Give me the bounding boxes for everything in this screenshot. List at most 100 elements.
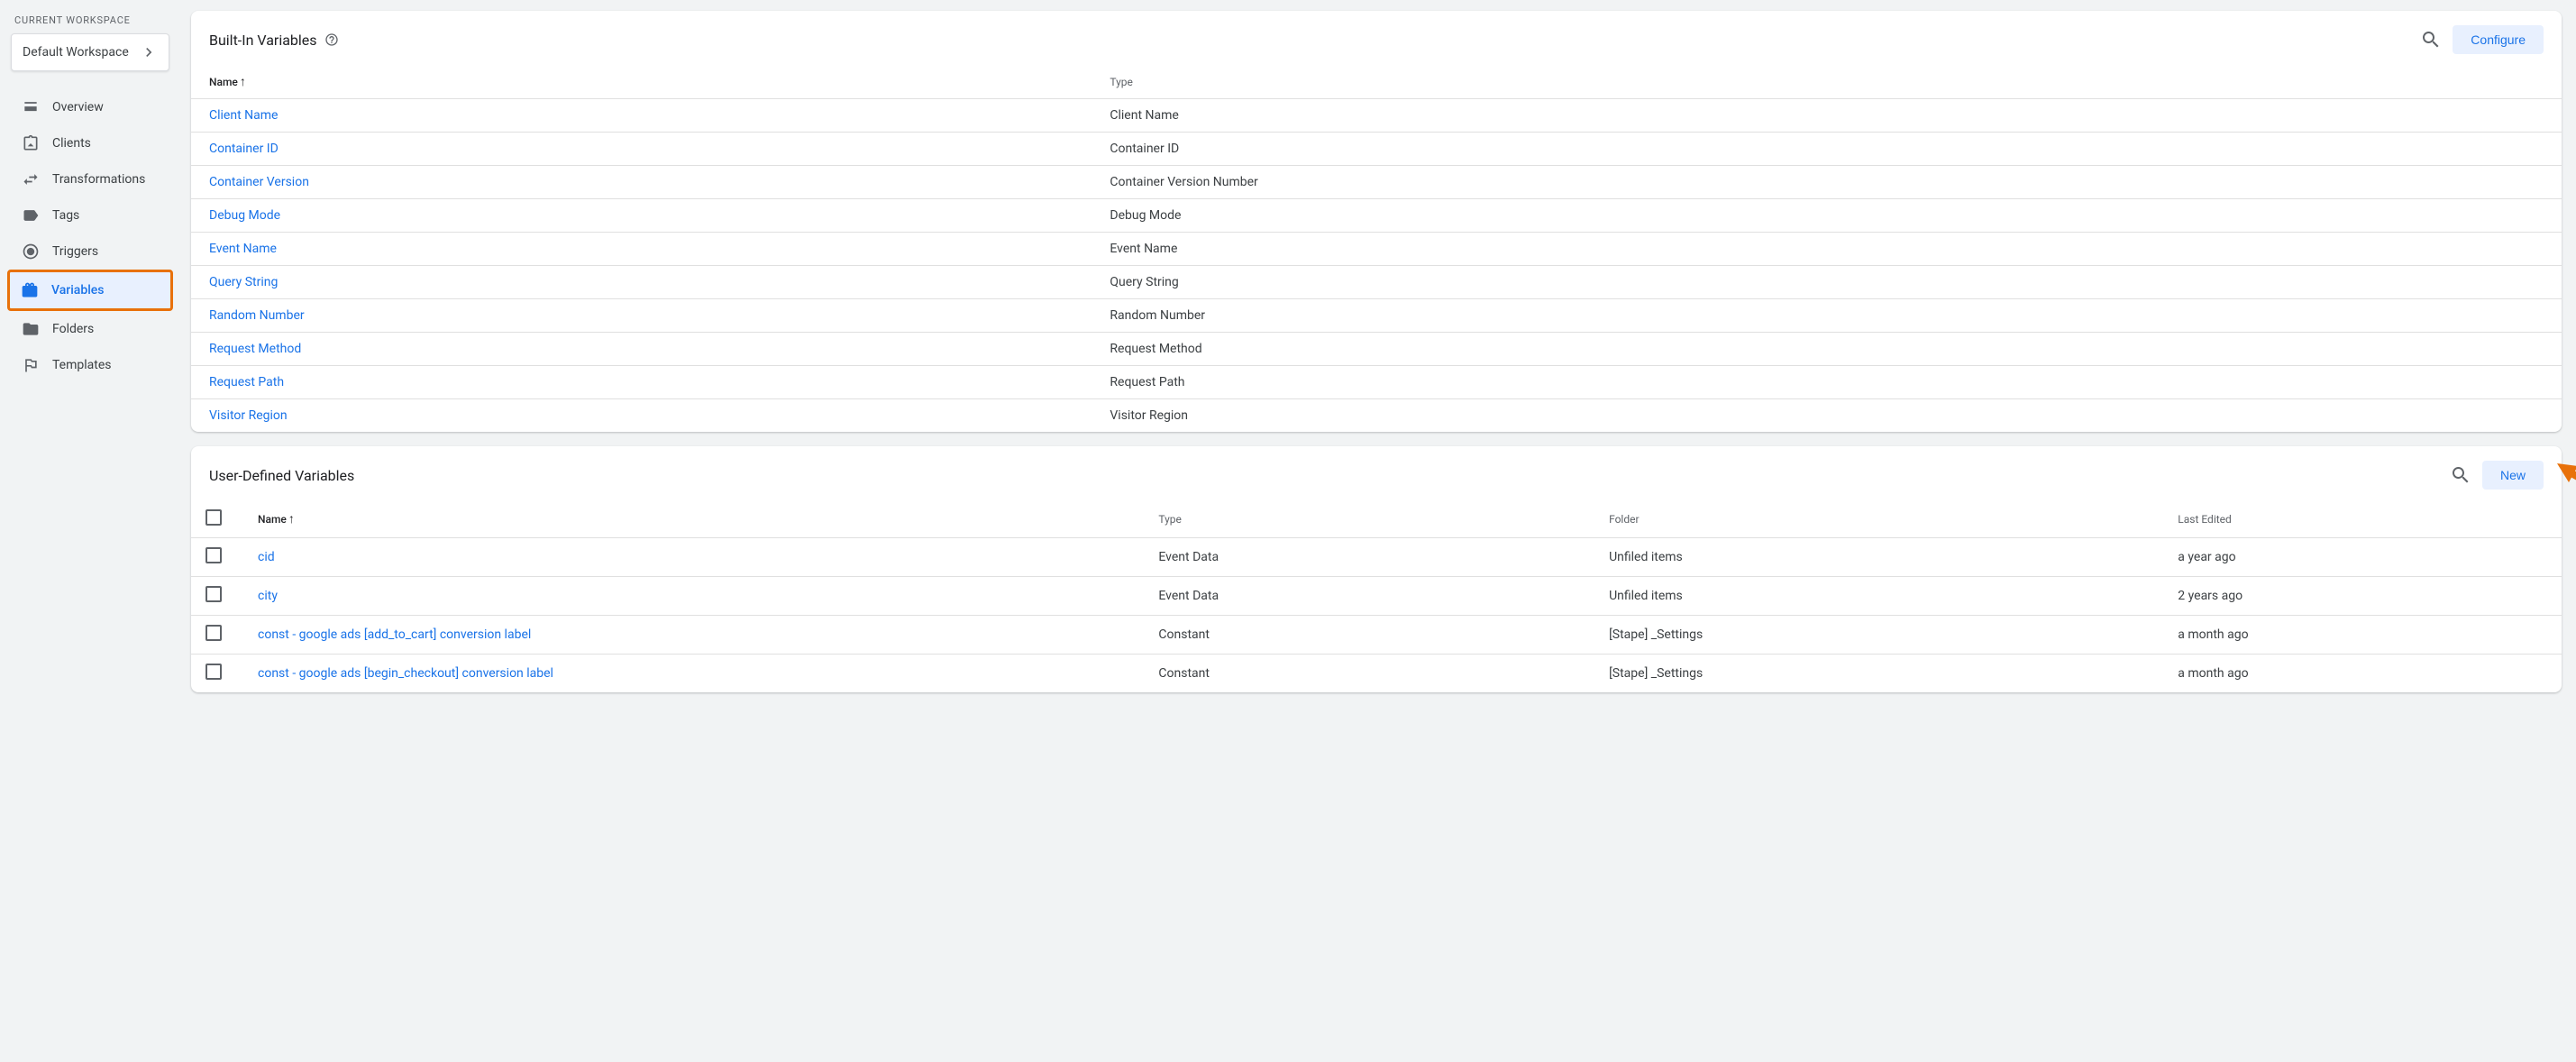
variable-link[interactable]: Container ID — [209, 142, 279, 156]
col-type[interactable]: Type — [1140, 500, 1591, 538]
overview-icon — [22, 98, 40, 116]
col-name[interactable]: Name — [209, 76, 238, 88]
builtin-variables-card: Built-In Variables Configure Name↑ Type — [191, 11, 2562, 432]
sort-arrow-up-icon: ↑ — [240, 75, 246, 89]
workspace-name: Default Workspace — [23, 45, 129, 60]
sidebar-item-templates[interactable]: Templates — [11, 347, 169, 383]
table-row[interactable]: Random Number Random Number — [191, 299, 2562, 333]
col-last-edited[interactable]: Last Edited — [2160, 500, 2562, 538]
search-button[interactable] — [2420, 29, 2442, 50]
variable-folder: Unfiled items — [1591, 538, 2160, 577]
select-all-checkbox[interactable] — [206, 509, 222, 526]
chevron-right-icon — [140, 43, 158, 61]
main-content: Built-In Variables Configure Name↑ Type — [180, 0, 2576, 1062]
table-row[interactable]: cid Event DataUnfiled itemsa year ago — [191, 538, 2562, 577]
variable-link[interactable]: Visitor Region — [209, 408, 288, 423]
variable-link[interactable]: Container Version — [209, 175, 309, 189]
search-button[interactable] — [2450, 464, 2471, 486]
variable-type: Event Data — [1140, 577, 1591, 616]
variable-type: Container Version Number — [1092, 166, 2562, 199]
variable-type: Constant — [1140, 655, 1591, 693]
sidebar-item-tags[interactable]: Tags — [11, 197, 169, 233]
udv-title: User-Defined Variables — [209, 467, 354, 484]
variable-link[interactable]: Client Name — [209, 108, 278, 123]
clients-icon — [22, 134, 40, 152]
variable-last-edited: 2 years ago — [2160, 577, 2562, 616]
variable-link[interactable]: const - google ads [begin_checkout] conv… — [258, 666, 553, 681]
variable-link[interactable]: const - google ads [add_to_cart] convers… — [258, 627, 531, 642]
builtin-card-header: Built-In Variables Configure — [191, 11, 2562, 65]
sidebar-item-clients[interactable]: Clients — [11, 125, 169, 161]
variable-type: Debug Mode — [1092, 199, 2562, 233]
col-type[interactable]: Type — [1092, 65, 2562, 99]
user-defined-variables-card: User-Defined Variables New Name↑ T — [191, 446, 2562, 692]
table-row[interactable]: city Event DataUnfiled items2 years ago — [191, 577, 2562, 616]
table-row[interactable]: Query String Query String — [191, 266, 2562, 299]
sidebar-item-label: Folders — [52, 322, 94, 336]
tags-icon — [22, 206, 40, 224]
current-workspace-label: CURRENT WORKSPACE — [14, 14, 180, 26]
table-row[interactable]: Container ID Container ID — [191, 133, 2562, 166]
row-checkbox[interactable] — [206, 625, 222, 641]
variable-link[interactable]: Query String — [209, 275, 278, 289]
variable-folder: [Stape] _Settings — [1591, 616, 2160, 655]
variable-link[interactable]: Event Name — [209, 242, 277, 256]
variables-icon — [21, 281, 39, 299]
variable-type: Event Data — [1140, 538, 1591, 577]
table-row[interactable]: const - google ads [add_to_cart] convers… — [191, 616, 2562, 655]
nav-list: Overview Clients Transformations Tags Tr… — [11, 89, 180, 383]
variable-last-edited: a month ago — [2160, 616, 2562, 655]
variable-link[interactable]: city — [258, 589, 278, 603]
variable-type: Request Path — [1092, 366, 2562, 399]
row-checkbox[interactable] — [206, 586, 222, 602]
sidebar-item-overview[interactable]: Overview — [11, 89, 169, 125]
sidebar-item-triggers[interactable]: Triggers — [11, 233, 169, 270]
variable-link[interactable]: Debug Mode — [209, 208, 280, 223]
help-icon[interactable] — [324, 32, 339, 47]
sidebar-item-label: Templates — [52, 358, 112, 372]
table-row[interactable]: Request Method Request Method — [191, 333, 2562, 366]
table-row[interactable]: Visitor RegionVisitor Region — [191, 399, 2562, 433]
variable-last-edited: a year ago — [2160, 538, 2562, 577]
builtin-table: Name↑ Type Client NameClient NameContain… — [191, 65, 2562, 432]
table-row[interactable]: Debug Mode Debug Mode — [191, 199, 2562, 233]
variable-type: Random Number — [1092, 299, 2562, 333]
configure-button[interactable]: Configure — [2453, 25, 2544, 54]
sort-arrow-up-icon: ↑ — [288, 512, 295, 526]
sidebar-item-transformations[interactable]: Transformations — [11, 161, 169, 197]
sidebar-item-label: Tags — [52, 208, 79, 223]
col-folder[interactable]: Folder — [1591, 500, 2160, 538]
variable-last-edited: a month ago — [2160, 655, 2562, 693]
variable-link[interactable]: Request Method — [209, 342, 301, 356]
sidebar: CURRENT WORKSPACE Default Workspace Over… — [0, 0, 180, 1062]
variable-link[interactable]: Random Number — [209, 308, 305, 323]
variable-folder: Unfiled items — [1591, 577, 2160, 616]
variable-type: Event Name — [1092, 233, 2562, 266]
workspace-selector[interactable]: Default Workspace — [11, 33, 169, 71]
row-checkbox[interactable] — [206, 547, 222, 563]
sidebar-item-label: Clients — [52, 136, 91, 151]
table-row[interactable]: Container Version Container Version Numbe… — [191, 166, 2562, 199]
table-row[interactable]: Client NameClient Name — [191, 99, 2562, 133]
table-row[interactable]: Request Path Request Path — [191, 366, 2562, 399]
search-icon — [2450, 464, 2471, 486]
variable-type: Query String — [1092, 266, 2562, 299]
variable-link[interactable]: Request Path — [209, 375, 284, 389]
table-row[interactable]: const - google ads [begin_checkout] conv… — [191, 655, 2562, 693]
variable-folder: [Stape] _Settings — [1591, 655, 2160, 693]
variable-type: Container ID — [1092, 133, 2562, 166]
sidebar-item-folders[interactable]: Folders — [11, 311, 169, 347]
variable-link[interactable]: cid — [258, 550, 275, 564]
builtin-title: Built-In Variables — [209, 32, 317, 49]
variable-type: Constant — [1140, 616, 1591, 655]
table-row[interactable]: Event Name Event Name — [191, 233, 2562, 266]
row-checkbox[interactable] — [206, 664, 222, 680]
variable-type: Request Method — [1092, 333, 2562, 366]
sidebar-item-variables[interactable]: Variables — [7, 270, 173, 311]
udv-card-header: User-Defined Variables New — [191, 446, 2562, 500]
sidebar-item-label: Transformations — [52, 172, 145, 187]
new-button[interactable]: New — [2482, 461, 2544, 490]
sidebar-item-label: Overview — [52, 100, 104, 114]
triggers-icon — [22, 243, 40, 261]
col-name[interactable]: Name — [258, 513, 287, 526]
